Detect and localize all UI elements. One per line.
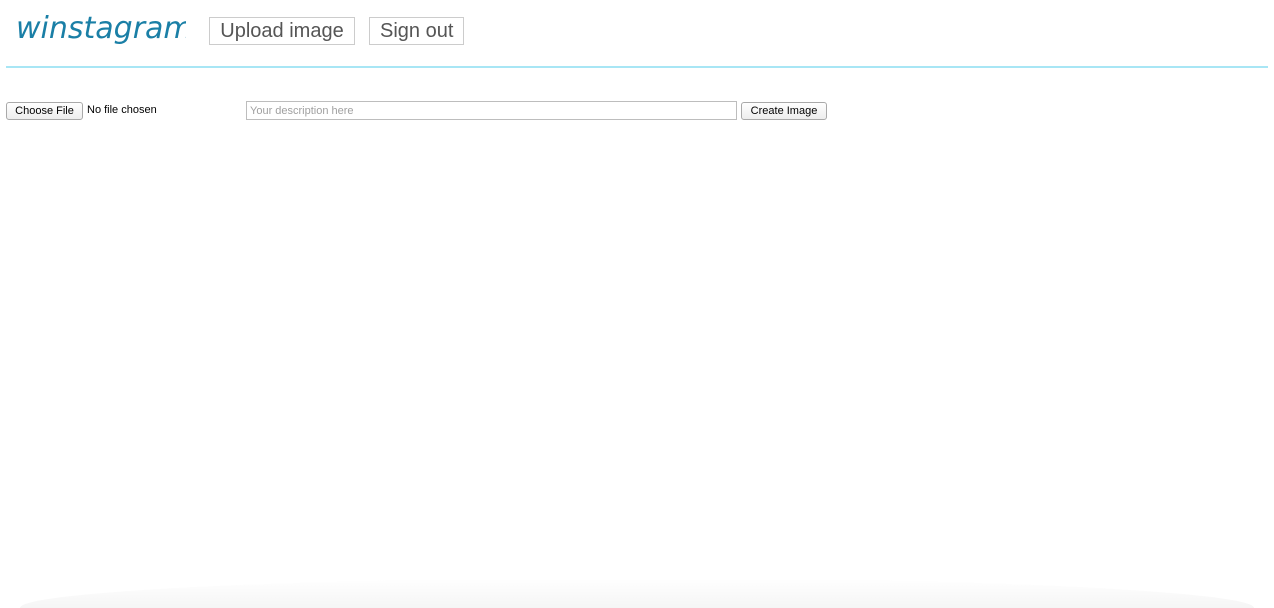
file-status-text: No file chosen [87,104,157,116]
logo[interactable]: winstagram [14,8,186,60]
description-input[interactable] [246,101,737,120]
upload-form: Choose File No file chosen Create Image [6,101,906,121]
create-image-button[interactable]: Create Image [741,102,827,120]
bottom-shadow [20,578,1254,608]
choose-file-button[interactable]: Choose File [6,102,83,120]
sign-out-button[interactable]: Sign out [369,17,464,45]
logo-text: winstagram [16,11,186,46]
header: winstagram Upload image Sign out [6,0,1268,68]
upload-image-button[interactable]: Upload image [209,17,355,45]
page: winstagram Upload image Sign out Choose … [0,0,1274,608]
